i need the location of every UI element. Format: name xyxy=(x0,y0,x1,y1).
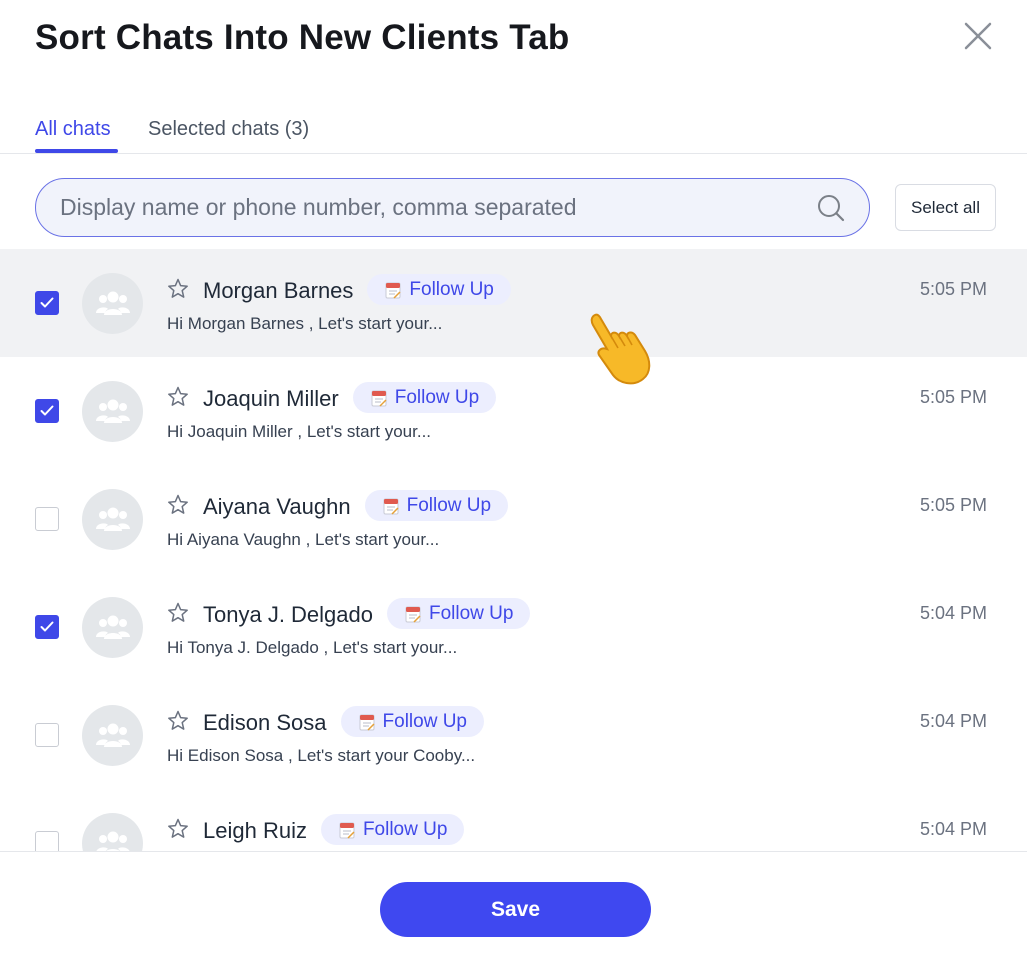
chat-row[interactable]: Joaquin Miller Follow Up Hi Joaquin Miller… xyxy=(0,357,1027,465)
star-icon[interactable] xyxy=(166,601,190,625)
chat-preview: Hi Tonya J. Delgado , Let's start your..… xyxy=(167,638,458,657)
group-avatar-icon xyxy=(82,489,143,550)
chat-name: Tonya J. Delgado xyxy=(203,602,373,627)
chat-name: Aiyana Vaughn xyxy=(203,494,351,519)
save-button[interactable]: Save xyxy=(380,882,651,937)
close-button[interactable] xyxy=(960,18,996,54)
checkbox-unchecked[interactable] xyxy=(35,723,59,747)
sort-chats-dialog: Sort Chats Into New Clients Tab All chat… xyxy=(0,0,1027,960)
tag-label: Follow Up xyxy=(428,602,514,624)
chat-time: 5:05 PM xyxy=(919,495,987,515)
chat-preview: Hi Morgan Barnes , Let's start your... xyxy=(167,314,443,333)
tag-label: Follow Up xyxy=(409,278,494,300)
chat-row[interactable]: Aiyana Vaughn Follow Up Hi Aiyana Vaughn ,… xyxy=(0,465,1027,573)
checkbox-checked[interactable] xyxy=(35,615,59,639)
chat-time: 5:04 PM xyxy=(919,711,987,731)
chat-name: Edison Sosa xyxy=(203,710,327,735)
close-icon xyxy=(964,22,992,50)
chat-name: Morgan Barnes xyxy=(203,278,354,303)
chat-list: Morgan Barnes Follow Up Hi Morgan Barnes ,… xyxy=(0,249,1027,851)
chat-preview: Hi Aiyana Vaughn , Let's start your... xyxy=(167,530,440,549)
star-icon[interactable] xyxy=(166,709,190,733)
search-icon[interactable] xyxy=(816,193,846,223)
follow-up-tag[interactable]: Follow Up xyxy=(367,274,511,305)
chat-preview: Hi Edison Sosa , Let's start your Cooby.… xyxy=(167,746,476,765)
chat-row[interactable]: Morgan Barnes Follow Up Hi Morgan Barnes ,… xyxy=(0,249,1027,357)
group-avatar-icon xyxy=(82,273,143,334)
chat-time: 5:05 PM xyxy=(919,387,987,407)
chat-row[interactable]: Tonya J. Delgado Follow Up Hi Tonya J. Del… xyxy=(0,573,1027,681)
tag-label: Follow Up xyxy=(394,386,480,408)
chat-time: 5:04 PM xyxy=(919,819,987,839)
group-avatar-icon xyxy=(82,597,143,658)
star-icon[interactable] xyxy=(166,817,190,841)
checkbox-checked[interactable] xyxy=(35,291,59,315)
follow-up-tag[interactable]: Follow Up xyxy=(340,706,484,737)
chat-preview: Hi Joaquin Miller , Let's start your... xyxy=(167,422,432,441)
chat-time: 5:04 PM xyxy=(919,603,987,623)
star-icon[interactable] xyxy=(166,493,190,517)
chat-name: Joaquin Miller xyxy=(203,386,339,411)
star-icon[interactable] xyxy=(166,385,190,409)
dialog-footer: Save xyxy=(0,851,1027,960)
follow-up-tag[interactable]: Follow Up xyxy=(320,814,465,845)
checkbox-checked[interactable] xyxy=(35,399,59,423)
checkbox-unchecked[interactable] xyxy=(35,507,59,531)
tab-all-chats[interactable]: All chats xyxy=(35,118,111,141)
group-avatar-icon xyxy=(82,813,143,851)
follow-up-tag[interactable]: Follow Up xyxy=(364,490,509,521)
active-tab-indicator xyxy=(35,149,118,153)
group-avatar-icon xyxy=(82,381,143,442)
chat-row[interactable]: Edison Sosa Follow Up Hi Edison Sosa , Let… xyxy=(0,681,1027,789)
tag-label: Follow Up xyxy=(382,710,467,732)
select-all-button[interactable]: Select all xyxy=(895,184,996,231)
chat-name: Leigh Ruiz xyxy=(203,818,307,843)
chat-row[interactable]: Leigh Ruiz Follow Up 5:04 PM xyxy=(0,789,1027,851)
tag-label: Follow Up xyxy=(406,494,492,516)
search-box xyxy=(35,178,870,237)
dialog-title: Sort Chats Into New Clients Tab xyxy=(35,18,570,57)
follow-up-tag[interactable]: Follow Up xyxy=(352,382,497,413)
chat-time: 5:05 PM xyxy=(919,279,987,299)
checkbox-unchecked[interactable] xyxy=(35,831,59,851)
tab-bar: All chats Selected chats (3) xyxy=(0,112,1027,154)
group-avatar-icon xyxy=(82,705,143,766)
follow-up-tag[interactable]: Follow Up xyxy=(386,598,531,629)
search-input[interactable] xyxy=(60,179,800,235)
star-icon[interactable] xyxy=(166,277,190,301)
tag-label: Follow Up xyxy=(362,818,448,840)
tab-selected-chats[interactable]: Selected chats (3) xyxy=(148,118,309,141)
